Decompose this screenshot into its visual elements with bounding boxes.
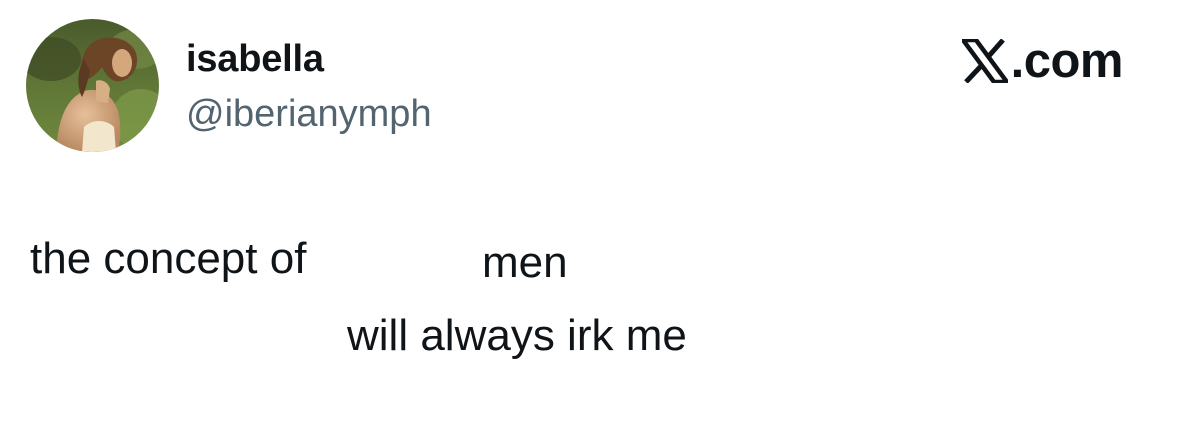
tweet-text-fragment: men [482,238,568,287]
tweet-text-fragment: will always irk me [347,311,687,360]
user-handle[interactable]: @iberianymph [186,91,432,137]
user-display-name[interactable]: isabella [186,36,324,82]
avatar[interactable] [26,19,159,152]
brand-domain: .com [1010,34,1124,88]
tweet-text-fragment: the concept of [30,234,307,283]
tweet-card: isabella @iberianymph .com the concept o… [0,0,1179,422]
x-logo-icon [961,39,1008,83]
brand-watermark: .com [961,33,1124,89]
avatar-photo [26,19,159,152]
